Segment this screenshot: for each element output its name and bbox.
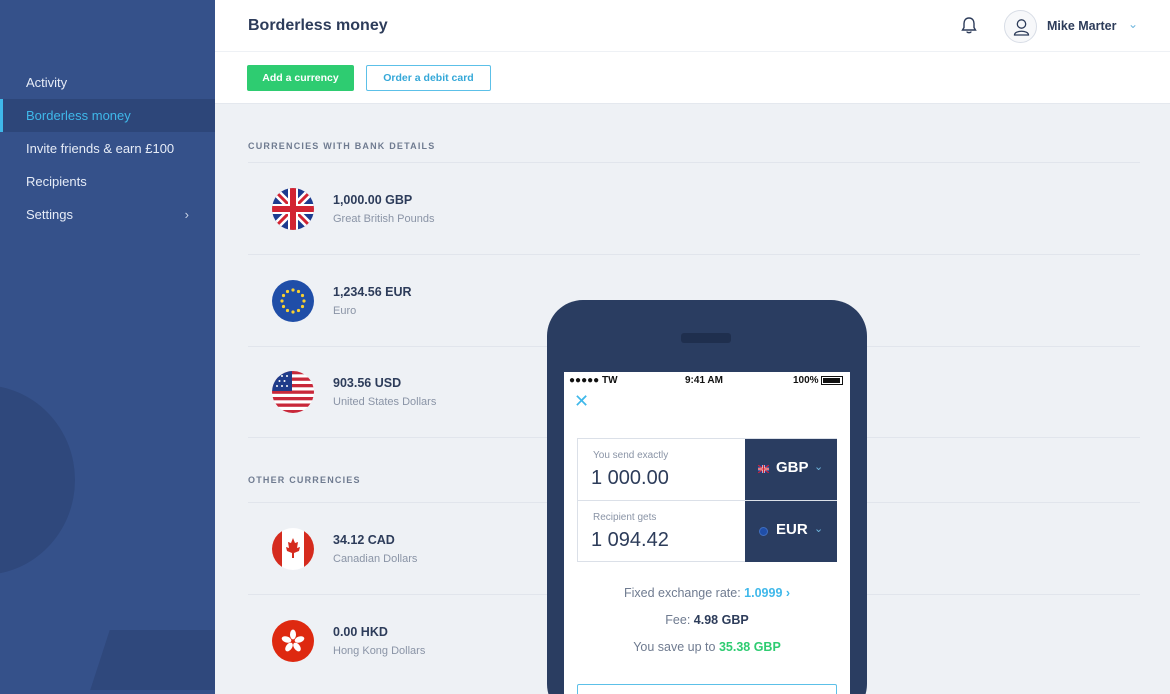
sidebar-item-activity[interactable]: Activity (0, 66, 215, 99)
us-flag-icon (272, 371, 314, 413)
fee-label: Fee: (665, 613, 694, 627)
sidebar: Activity Borderless money Invite friends… (0, 0, 215, 694)
currency-amount: 1,234.56 EUR (333, 285, 412, 299)
exchange-rate-line: Fixed exchange rate: 1.0999 › (564, 586, 850, 600)
currency-name: Hong Kong Dollars (333, 645, 426, 657)
uk-flag-icon (758, 465, 769, 473)
currency-amount: 0.00 HKD (333, 625, 388, 639)
currency-row-gbp[interactable]: 1,000.00 GBP Great British Pounds (248, 179, 848, 239)
chevron-down-icon[interactable]: ⌄ (1128, 17, 1138, 31)
send-currency-select[interactable]: GBP ⌄ (745, 439, 837, 500)
chevron-right-icon: › (184, 207, 189, 222)
divider (248, 254, 1140, 255)
header: Borderless money Add a currency Order a … (215, 0, 1170, 104)
order-debit-card-button[interactable]: Order a debit card (366, 65, 491, 91)
sidebar-item-label: Settings (26, 207, 73, 222)
fee-value: 4.98 GBP (693, 613, 749, 627)
battery-icon (821, 376, 843, 385)
sidebar-item-label: Activity (26, 75, 68, 90)
eu-flag-icon (272, 280, 314, 322)
currency-amount: 34.12 CAD (333, 533, 395, 547)
section-label-other-currencies: OTHER CURRENCIES (248, 475, 361, 485)
rate-label: Fixed exchange rate: (623, 586, 745, 600)
signal-carrier: ●●●●● TW (569, 375, 618, 386)
chevron-down-icon: ⌄ (814, 461, 824, 473)
section-label-bank-details: CURRENCIES WITH BANK DETAILS (248, 141, 436, 151)
receive-label: Recipient gets (593, 512, 657, 523)
savings-label: You save up to (633, 640, 719, 654)
phone-mockup: ●●●●● TW 9:41 AM 100% ✕ You send exactly… (547, 300, 867, 694)
close-icon[interactable]: ✕ (574, 391, 589, 412)
phone-screen: ●●●●● TW 9:41 AM 100% ✕ You send exactly… (564, 372, 850, 694)
sidebar-item-settings[interactable]: Settings › (0, 198, 215, 231)
battery-percent: 100% (793, 375, 819, 386)
sidebar-decoration (0, 385, 75, 575)
currency-name: Euro (333, 305, 357, 317)
send-row: You send exactly GBP ⌄ (578, 439, 837, 500)
user-name[interactable]: Mike Marter (1047, 19, 1116, 33)
currency-amount: 903.56 USD (333, 376, 402, 390)
currency-name: Great British Pounds (333, 213, 435, 225)
continue-button[interactable] (577, 684, 837, 694)
divider (248, 162, 1140, 163)
rate-value-link[interactable]: 1.0999 › (744, 586, 790, 600)
sidebar-item-label: Invite friends & earn £100 (26, 141, 175, 156)
sidebar-nav: Activity Borderless money Invite friends… (0, 66, 215, 231)
savings-value: 35.38 GBP (718, 640, 781, 654)
receive-amount-input[interactable] (591, 526, 741, 554)
status-bar: ●●●●● TW 9:41 AM 100% (564, 372, 850, 390)
sidebar-item-invite-friends[interactable]: Invite friends & earn £100 (0, 132, 215, 165)
avatar[interactable] (1004, 10, 1037, 43)
sidebar-decoration-shape (90, 630, 215, 690)
sidebar-item-recipients[interactable]: Recipients (0, 165, 215, 198)
phone-speaker (681, 333, 731, 343)
send-label: You send exactly (593, 450, 669, 461)
uk-flag-icon (272, 188, 314, 230)
add-currency-button[interactable]: Add a currency (247, 65, 354, 91)
savings-line: You save up to 35.38 GBP (564, 640, 850, 654)
receive-row: Recipient gets EUR ⌄ (578, 500, 837, 562)
page-title: Borderless money (248, 17, 388, 34)
currency-amount: 1,000.00 GBP (333, 193, 413, 207)
currency-name: United States Dollars (333, 396, 437, 408)
bell-icon[interactable] (958, 15, 980, 37)
sidebar-item-borderless-money[interactable]: Borderless money (0, 99, 215, 132)
eu-flag-icon (759, 527, 768, 536)
sidebar-item-label: Recipients (26, 174, 87, 189)
canada-flag-icon (272, 528, 314, 570)
sidebar-item-label: Borderless money (26, 108, 131, 123)
fee-line: Fee: 4.98 GBP (564, 613, 850, 627)
send-currency-code: GBP (776, 459, 809, 476)
status-time: 9:41 AM (685, 375, 723, 386)
receive-currency-select[interactable]: EUR ⌄ (745, 501, 837, 562)
chevron-down-icon: ⌄ (814, 523, 824, 535)
send-amount-input[interactable] (591, 464, 741, 492)
conversion-box: You send exactly GBP ⌄ Recipient gets EU… (577, 438, 837, 562)
currency-name: Canadian Dollars (333, 553, 418, 565)
hk-flag-icon (272, 620, 314, 662)
header-divider (215, 51, 1170, 52)
receive-currency-code: EUR (776, 521, 808, 538)
